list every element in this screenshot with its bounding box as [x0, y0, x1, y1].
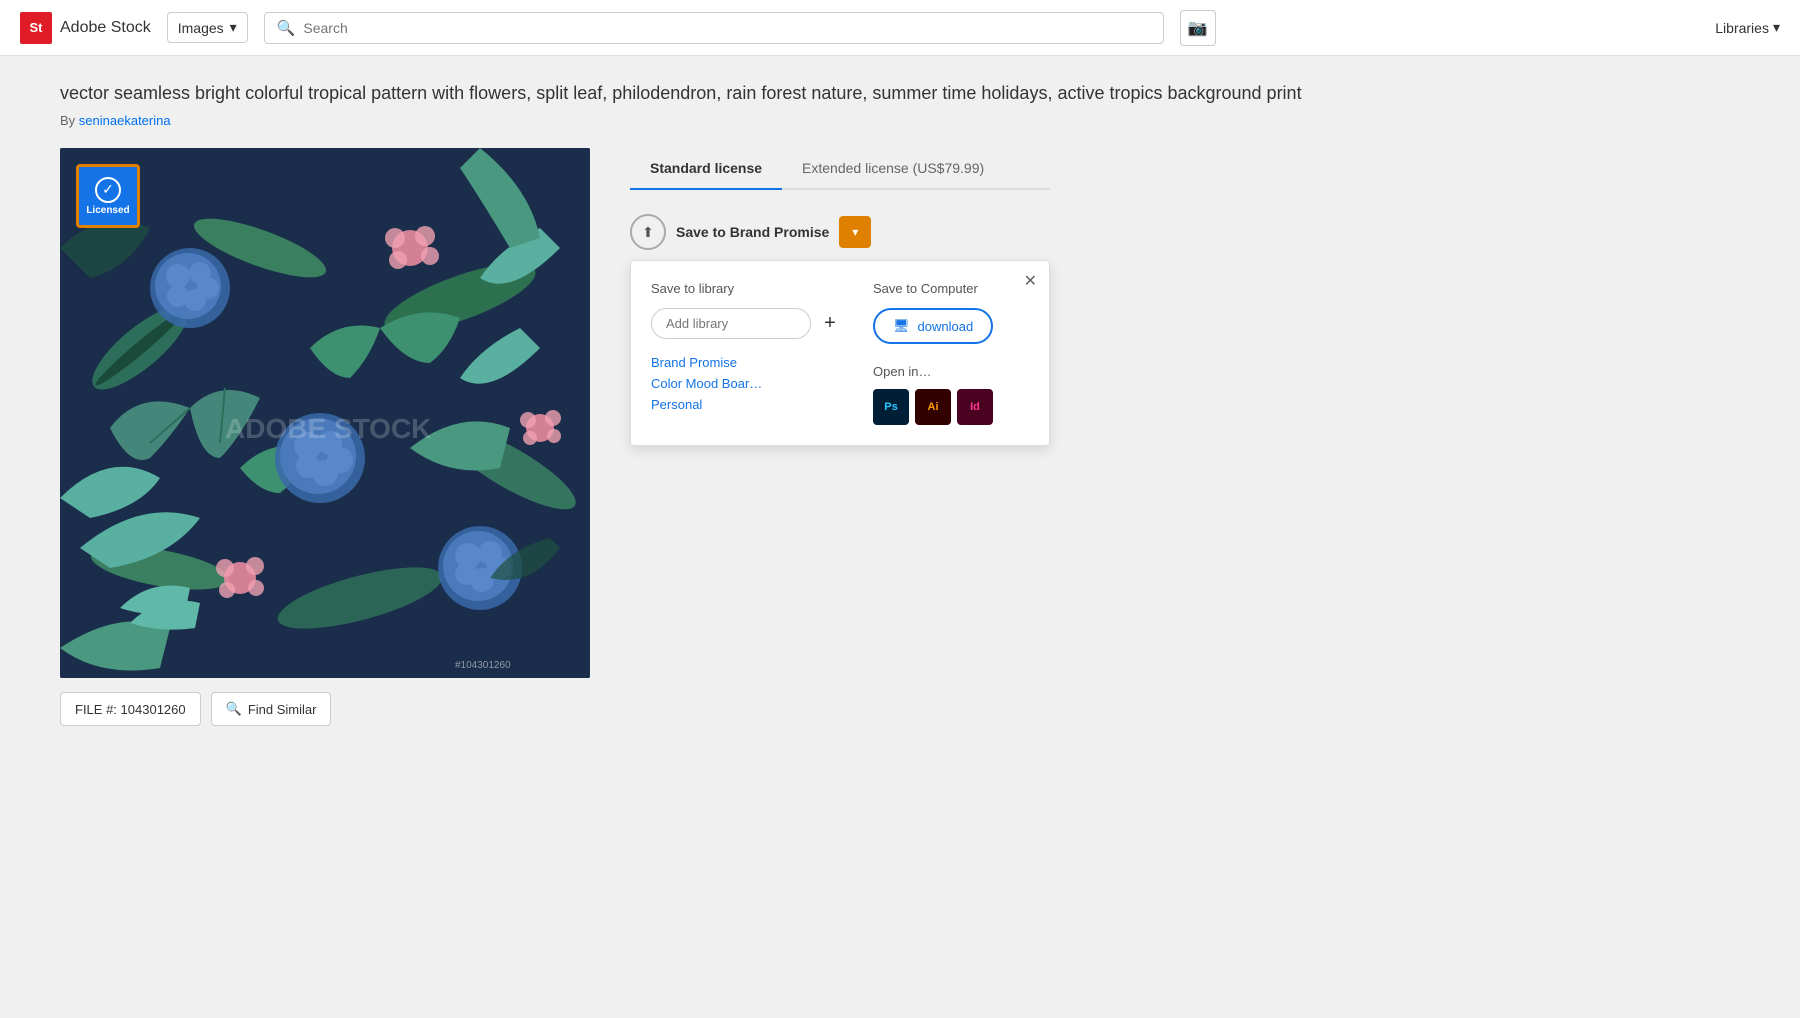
download-label: download [918, 319, 974, 334]
licensed-text: Licensed [86, 205, 129, 216]
file-number-label: FILE #: [75, 702, 117, 717]
file-number-value: 104301260 [121, 702, 186, 717]
save-dropdown-panel: ✕ Save to library + Brand Promise Color … [630, 260, 1050, 446]
search-bar: 🔍 [264, 12, 1164, 44]
image-container: ADOBE STOCK #104301260 ✓ Licensed FILE #… [60, 148, 590, 726]
upload-arrow-icon: ⬆ [642, 224, 654, 241]
license-tabs: Standard license Extended license (US$79… [630, 148, 1050, 190]
library-item-personal[interactable]: Personal [651, 397, 843, 412]
image-author: By seninaekaterina [60, 113, 1340, 128]
panel-right: Save to Computer 🖥 download Open in… Ps … [873, 281, 1029, 425]
add-library-row: + [651, 308, 843, 339]
app-icons: Ps Ai Id [873, 389, 1029, 425]
find-similar-button[interactable]: 🔍 Find Similar [211, 692, 332, 726]
add-library-button[interactable]: + [817, 311, 843, 337]
monitor-icon: 🖥 [893, 318, 910, 334]
tab-standard-license[interactable]: Standard license [630, 148, 782, 190]
header: St Adobe Stock Images ▾ 🔍 📷 Libraries ▾ [0, 0, 1800, 56]
logo-area: St Adobe Stock [20, 12, 151, 44]
illustrator-icon[interactable]: Ai [915, 389, 951, 425]
photoshop-icon[interactable]: Ps [873, 389, 909, 425]
close-panel-button[interactable]: ✕ [1024, 271, 1037, 291]
indesign-icon[interactable]: Id [957, 389, 993, 425]
main-content: vector seamless bright colorful tropical… [0, 56, 1400, 766]
search-icon: 🔍 [277, 19, 296, 37]
camera-search-button[interactable]: 📷 [1180, 10, 1216, 46]
panel-columns: Save to library + Brand Promise Color Mo… [651, 281, 1029, 425]
add-library-input[interactable] [651, 308, 811, 339]
logo-icon: St [20, 12, 52, 44]
tab-extended-license[interactable]: Extended license (US$79.99) [782, 148, 1004, 190]
search-input[interactable] [303, 20, 1150, 36]
find-similar-icon: 🔍 [226, 701, 242, 717]
upload-icon: ⬆ [630, 214, 666, 250]
libraries-label: Libraries [1715, 20, 1769, 36]
dropdown-chevron-icon: ▾ [230, 19, 237, 36]
dropdown-arrow-icon: ▾ [852, 225, 858, 239]
author-link[interactable]: seninaekaterina [79, 113, 171, 128]
save-to-label: Save to Brand Promise [676, 224, 829, 240]
tropical-pattern-svg: ADOBE STOCK #104301260 [60, 148, 590, 678]
library-item-color-mood[interactable]: Color Mood Boar… [651, 376, 843, 391]
camera-icon: 📷 [1188, 18, 1208, 38]
main-image: ADOBE STOCK #104301260 ✓ Licensed [60, 148, 590, 678]
save-to-library-title: Save to library [651, 281, 843, 296]
library-item-brand-promise[interactable]: Brand Promise [651, 355, 843, 370]
panel-left: Save to library + Brand Promise Color Mo… [651, 281, 843, 412]
licensed-badge: ✓ Licensed [76, 164, 140, 228]
file-info-button[interactable]: FILE #: 104301260 [60, 692, 201, 726]
author-prefix: By [60, 113, 75, 128]
image-actions: FILE #: 104301260 🔍 Find Similar [60, 692, 590, 726]
download-button[interactable]: 🖥 download [873, 308, 993, 344]
images-dropdown[interactable]: Images ▾ [167, 12, 248, 43]
save-section: ⬆ Save to Brand Promise ▾ [630, 214, 1050, 250]
dropdown-label: Images [178, 20, 224, 36]
content-row: ADOBE STOCK #104301260 ✓ Licensed FILE #… [60, 148, 1340, 726]
license-panel: Standard license Extended license (US$79… [630, 148, 1050, 446]
app-name: Adobe Stock [60, 19, 151, 37]
image-title: vector seamless bright colorful tropical… [60, 80, 1340, 107]
library-list: Brand Promise Color Mood Boar… Personal [651, 355, 843, 412]
svg-text:#104301260: #104301260 [455, 660, 511, 671]
save-to-library-name: Brand Promise [730, 224, 830, 240]
open-in-title: Open in… [873, 364, 1029, 379]
libraries-chevron-icon: ▾ [1773, 19, 1780, 36]
licensed-check-icon: ✓ [95, 177, 121, 203]
libraries-button[interactable]: Libraries ▾ [1715, 19, 1780, 36]
svg-text:ADOBE STOCK: ADOBE STOCK [225, 413, 431, 444]
save-to-computer-title: Save to Computer [873, 281, 1029, 296]
save-dropdown-button[interactable]: ▾ [839, 216, 871, 248]
find-similar-label: Find Similar [248, 702, 317, 717]
